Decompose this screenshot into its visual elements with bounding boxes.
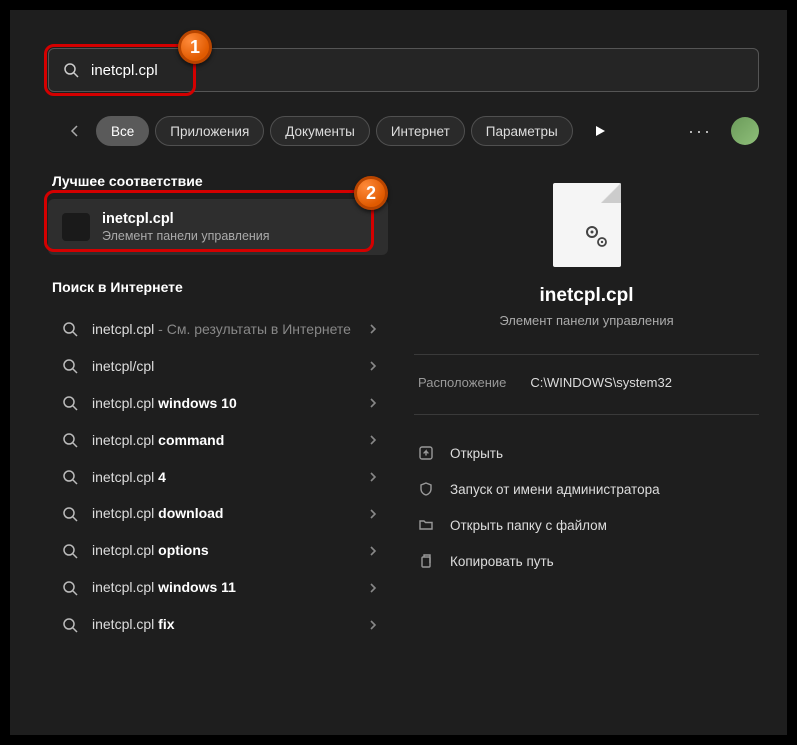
action-admin-label: Запуск от имени администратора xyxy=(450,482,660,497)
back-button[interactable] xyxy=(60,116,90,146)
web-result-text: inetcpl/cpl xyxy=(92,357,352,376)
detail-location-row: Расположение C:\WINDOWS\system32 xyxy=(414,354,759,390)
search-icon xyxy=(62,395,78,411)
search-icon xyxy=(62,543,78,559)
filter-tabs: Все Приложения Документы Интернет Параме… xyxy=(60,114,759,148)
search-icon xyxy=(62,321,78,337)
search-icon xyxy=(63,62,79,78)
detail-subtitle: Элемент панели управления xyxy=(499,313,673,328)
user-avatar[interactable] xyxy=(731,117,759,145)
folder-icon xyxy=(418,517,434,533)
web-results-list: inetcpl.cpl - См. результаты в Интернете… xyxy=(48,311,388,643)
best-match-item[interactable]: inetcpl.cpl Элемент панели управления xyxy=(48,199,388,255)
web-result-text: inetcpl.cpl download xyxy=(92,504,352,523)
chevron-right-icon xyxy=(366,322,380,336)
web-result-item[interactable]: inetcpl.cpl options xyxy=(48,532,388,569)
web-result-text: inetcpl.cpl options xyxy=(92,541,352,560)
search-icon xyxy=(62,580,78,596)
tab-documents[interactable]: Документы xyxy=(270,116,370,146)
action-open-folder[interactable]: Открыть папку с файлом xyxy=(414,509,759,541)
web-result-item[interactable]: inetcpl/cpl xyxy=(48,348,388,385)
detail-title: inetcpl.cpl xyxy=(540,285,634,307)
callout-badge-2: 2 xyxy=(354,176,388,210)
tab-apps[interactable]: Приложения xyxy=(155,116,264,146)
search-icon xyxy=(62,506,78,522)
web-result-text: inetcpl.cpl windows 10 xyxy=(92,394,352,413)
web-result-item[interactable]: inetcpl.cpl windows 10 xyxy=(48,385,388,422)
web-result-text: inetcpl.cpl fix xyxy=(92,615,352,634)
web-result-text: inetcpl.cpl command xyxy=(92,431,352,450)
web-result-item[interactable]: inetcpl.cpl command xyxy=(48,422,388,459)
search-icon xyxy=(62,469,78,485)
action-folder-label: Открыть папку с файлом xyxy=(450,518,607,533)
search-icon xyxy=(62,358,78,374)
best-match-header: Лучшее соответствие xyxy=(48,165,388,199)
chevron-right-icon xyxy=(366,544,380,558)
location-value: C:\WINDOWS\system32 xyxy=(530,375,672,390)
web-search-header: Поиск в Интернете xyxy=(48,271,388,305)
open-icon xyxy=(418,445,434,461)
tab-internet[interactable]: Интернет xyxy=(376,116,465,146)
web-result-item[interactable]: inetcpl.cpl - См. результаты в Интернете xyxy=(48,311,388,348)
web-result-item[interactable]: inetcpl.cpl 4 xyxy=(48,459,388,496)
web-result-text: inetcpl.cpl windows 11 xyxy=(92,578,352,597)
copy-icon xyxy=(418,553,434,569)
search-icon xyxy=(62,432,78,448)
web-result-text: inetcpl.cpl 4 xyxy=(92,468,352,487)
chevron-right-icon xyxy=(366,396,380,410)
best-match-subtitle: Элемент панели управления xyxy=(102,229,270,243)
detail-file-icon xyxy=(553,183,621,267)
tab-parameters[interactable]: Параметры xyxy=(471,116,573,146)
action-open-label: Открыть xyxy=(450,446,503,461)
web-result-item[interactable]: inetcpl.cpl fix xyxy=(48,606,388,643)
best-match-title: inetcpl.cpl xyxy=(102,211,270,227)
search-bar[interactable] xyxy=(48,48,759,92)
window-frame: 1 2 Все Приложения Документы Интернет Па… xyxy=(8,8,789,737)
web-result-text: inetcpl.cpl - См. результаты в Интернете xyxy=(92,320,352,339)
web-result-item[interactable]: inetcpl.cpl download xyxy=(48,495,388,532)
chevron-right-icon xyxy=(366,618,380,632)
action-open[interactable]: Открыть xyxy=(414,437,759,469)
results-panel: Лучшее соответствие inetcpl.cpl Элемент … xyxy=(48,165,388,715)
chevron-right-icon xyxy=(366,507,380,521)
more-tabs-button[interactable] xyxy=(585,116,615,146)
detail-panel: inetcpl.cpl Элемент панели управления Ра… xyxy=(388,165,759,715)
overflow-menu[interactable]: ··· xyxy=(685,116,715,146)
chevron-right-icon xyxy=(366,470,380,484)
web-result-item[interactable]: inetcpl.cpl windows 11 xyxy=(48,569,388,606)
action-copy-path[interactable]: Копировать путь xyxy=(414,545,759,577)
chevron-right-icon xyxy=(366,581,380,595)
location-label: Расположение xyxy=(418,375,506,390)
callout-badge-1: 1 xyxy=(178,30,212,64)
search-input[interactable] xyxy=(91,62,744,79)
chevron-right-icon xyxy=(366,433,380,447)
shield-icon xyxy=(418,481,434,497)
search-icon xyxy=(62,617,78,633)
action-copy-label: Копировать путь xyxy=(450,554,554,569)
tab-all[interactable]: Все xyxy=(96,116,149,146)
cpl-file-icon xyxy=(62,213,90,241)
chevron-right-icon xyxy=(366,359,380,373)
action-run-as-admin[interactable]: Запуск от имени администратора xyxy=(414,473,759,505)
